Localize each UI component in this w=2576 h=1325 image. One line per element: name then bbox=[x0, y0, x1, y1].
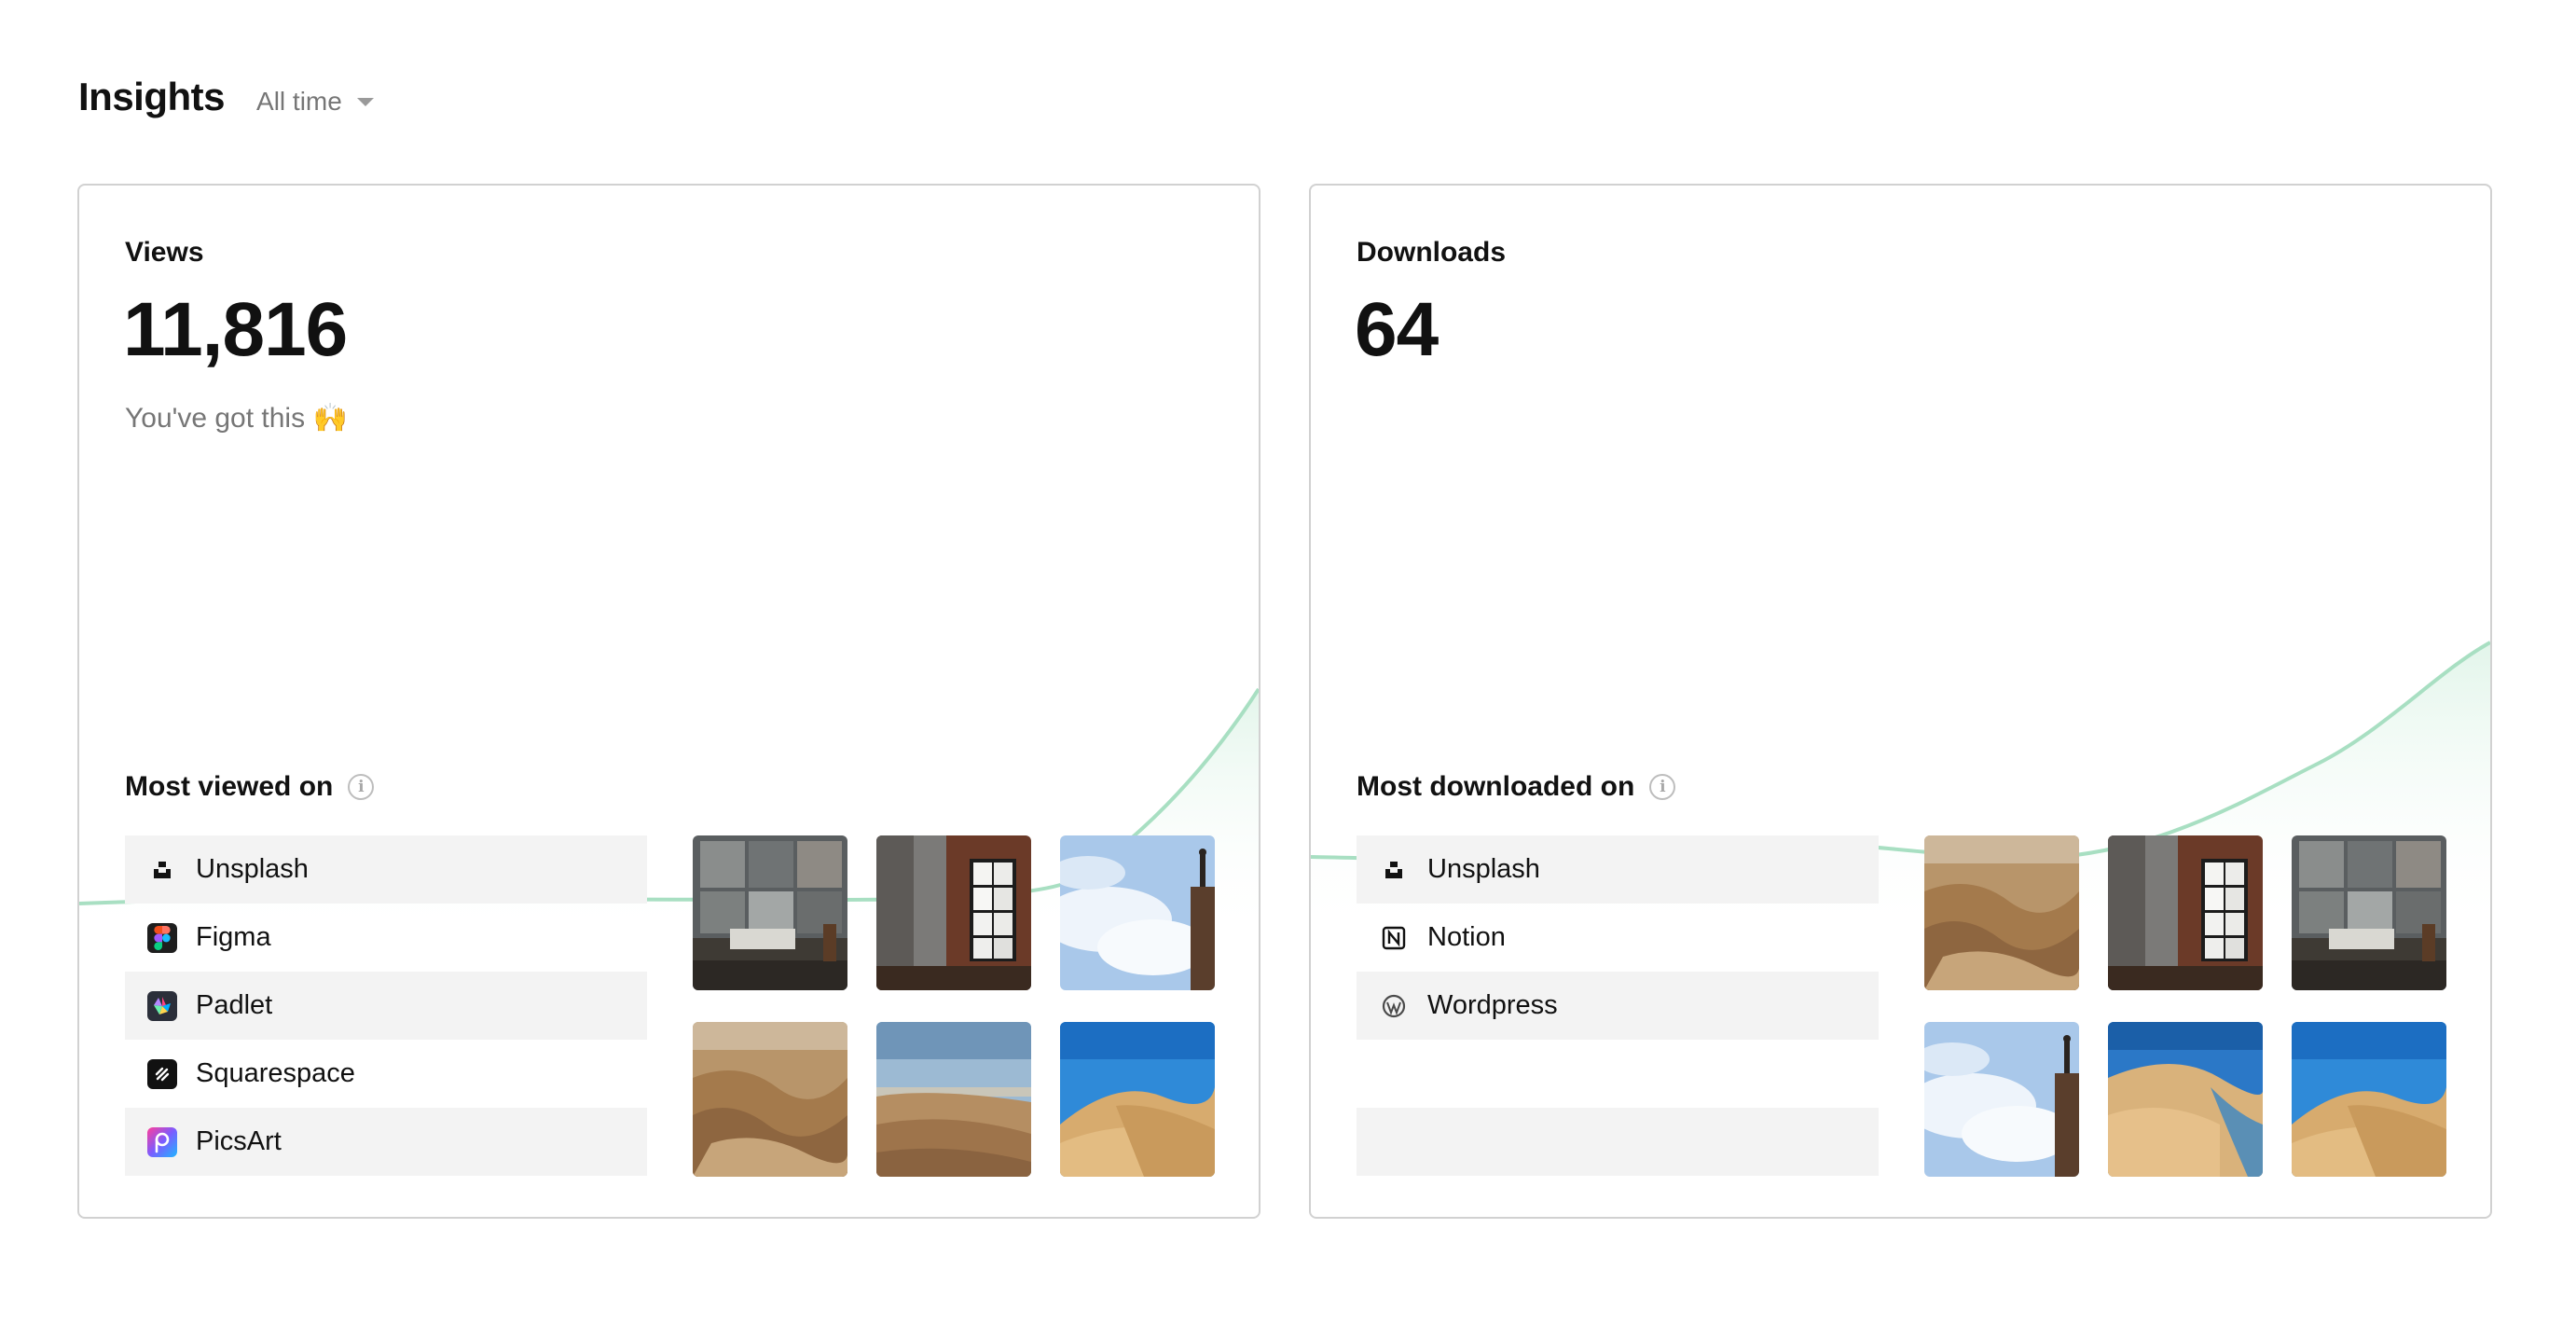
views-count: 11,816 bbox=[123, 287, 348, 372]
padlet-icon bbox=[147, 990, 177, 1021]
platform-item-unsplash[interactable]: Unsplash bbox=[1357, 835, 1879, 904]
platform-item-unsplash[interactable]: Unsplash bbox=[125, 835, 647, 904]
sand-dune-photo[interactable] bbox=[1060, 1022, 1215, 1177]
time-range-label: All time bbox=[256, 87, 342, 116]
most-downloaded-platform-list: Unsplash Notion Wordpress bbox=[1357, 835, 1879, 1176]
info-icon[interactable]: i bbox=[348, 774, 375, 800]
canyon-aerial-photo[interactable] bbox=[693, 1022, 847, 1177]
platform-item-empty bbox=[1357, 1108, 1879, 1176]
downloads-card: Downloads 64 Most downloaded on i Unspla… bbox=[1309, 184, 2492, 1219]
squarespace-icon bbox=[147, 1058, 177, 1089]
picsart-icon bbox=[147, 1126, 177, 1157]
most-viewed-heading: Most viewed on i bbox=[125, 771, 375, 803]
dune-coast-photo[interactable] bbox=[2108, 1022, 2263, 1177]
views-card: Views 11,816 You've got this 🙌 Most view… bbox=[77, 184, 1260, 1219]
platform-name: PicsArt bbox=[196, 1126, 282, 1156]
most-viewed-title: Most viewed on bbox=[125, 771, 334, 802]
chevron-down-icon bbox=[356, 97, 374, 106]
platform-item-empty bbox=[1357, 1040, 1879, 1108]
downloads-label: Downloads bbox=[1357, 237, 1507, 268]
insights-header: Insights All time bbox=[78, 75, 374, 119]
time-range-dropdown[interactable]: All time bbox=[256, 87, 374, 117]
platform-name: Padlet bbox=[196, 990, 273, 1020]
wordpress-icon bbox=[1379, 991, 1409, 1021]
notion-icon bbox=[1379, 923, 1409, 953]
brick-window-photo[interactable] bbox=[876, 835, 1031, 990]
platform-name: Notion bbox=[1427, 922, 1506, 952]
figma-icon bbox=[147, 922, 177, 953]
page-title: Insights bbox=[78, 75, 226, 118]
desert-landscape-photo[interactable] bbox=[876, 1022, 1031, 1177]
views-subtitle-text: You've got this bbox=[125, 403, 306, 434]
most-viewed-photo-grid bbox=[693, 835, 1217, 1177]
views-subtitle: You've got this 🙌 bbox=[125, 402, 348, 435]
sand-dune-photo[interactable] bbox=[2292, 1022, 2446, 1177]
brick-window-photo[interactable] bbox=[2108, 835, 2263, 990]
platform-name: Unsplash bbox=[196, 854, 309, 884]
platform-item-wordpress[interactable]: Wordpress bbox=[1357, 972, 1879, 1040]
most-viewed-platform-list: Unsplash Figma Padlet Squarespace PicsAr… bbox=[125, 835, 647, 1176]
platform-name: Wordpress bbox=[1427, 990, 1558, 1020]
most-downloaded-title: Most downloaded on bbox=[1357, 771, 1635, 802]
most-downloaded-photo-grid bbox=[1924, 835, 2448, 1177]
cloud-figure-photo[interactable] bbox=[1924, 1022, 2079, 1177]
platform-name: Squarespace bbox=[196, 1058, 355, 1088]
canyon-aerial-photo[interactable] bbox=[1924, 835, 2079, 990]
unsplash-icon bbox=[147, 855, 177, 885]
views-label: Views bbox=[125, 237, 204, 268]
platform-item-notion[interactable]: Notion bbox=[1357, 904, 1879, 972]
platform-item-padlet[interactable]: Padlet bbox=[125, 972, 647, 1040]
industrial-interior-photo[interactable] bbox=[2292, 835, 2446, 990]
platform-item-squarespace[interactable]: Squarespace bbox=[125, 1040, 647, 1108]
downloads-count: 64 bbox=[1355, 287, 1439, 372]
platform-name: Unsplash bbox=[1427, 854, 1540, 884]
raised-hands-icon: 🙌 bbox=[312, 402, 348, 435]
platform-item-figma[interactable]: Figma bbox=[125, 904, 647, 972]
platform-name: Figma bbox=[196, 922, 271, 952]
cloud-figure-photo[interactable] bbox=[1060, 835, 1215, 990]
unsplash-icon bbox=[1379, 855, 1409, 885]
platform-item-picsart[interactable]: PicsArt bbox=[125, 1108, 647, 1176]
info-icon[interactable]: i bbox=[1649, 774, 1676, 800]
most-downloaded-heading: Most downloaded on i bbox=[1357, 771, 1676, 803]
industrial-interior-photo[interactable] bbox=[693, 835, 847, 990]
